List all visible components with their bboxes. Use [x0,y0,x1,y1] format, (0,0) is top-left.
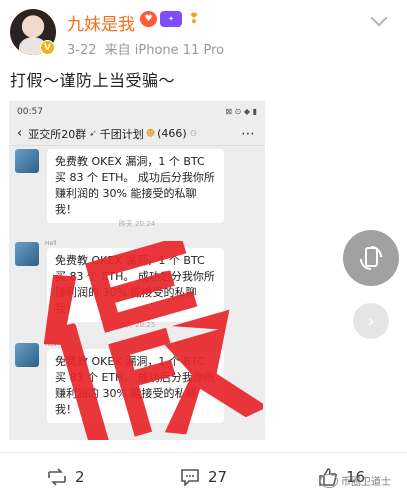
watermark: 币圈卫道士 [320,473,391,488]
chevron-right-icon: › [367,310,375,332]
divider [0,452,407,453]
chat-subtitle: 千团计划 [99,127,144,141]
chat-title: 亚交所20群 [28,127,87,141]
post-text: 打假～谨防上当受骗～ [10,71,176,90]
watermark-text: 币圈卫道士 [341,477,391,488]
sender-avatar [15,242,39,266]
user-badges: ♥ ✦ ❢ [140,11,203,27]
balloon-badge-icon: ❢ [188,11,200,27]
phone-rotate-icon [360,246,382,270]
floating-window-button[interactable] [343,230,399,286]
comment-icon [181,469,199,486]
member-count: (466) [157,127,187,140]
emoji-icon: ☻ [145,128,156,139]
repost-icon [48,468,66,486]
chat-message: 免费教 OKEX 漏洞，1 个 BTC 买 83 个 ETH。 成功后分我你所赚… [15,343,224,423]
post-meta: 3-22 来自 iPhone 11 Pro [67,39,228,58]
repost-count: 2 [75,468,85,486]
chat-message: 免费教 OKEX 漏洞，1 个 BTC 买 83 个 ETH。 成功后分我你所赚… [15,242,224,322]
post-time: 3-22 [67,43,97,58]
username[interactable]: 九妹是我 [67,10,135,35]
wechat-icon [320,473,338,488]
comment-count: 27 [208,468,228,486]
status-time: 00:57 [17,107,43,117]
status-icons: ⊠ ⊙ ◆ ▮ [225,107,257,116]
level-badge-icon: ✦ [160,11,182,27]
chat-timestamp: 昨天 20:25 [118,321,156,329]
verified-badge-icon: V [40,40,55,55]
comment-button[interactable]: 27 [180,468,227,486]
rocket-icon: ➹ [89,128,97,139]
phone-status-bar: 00:57 ⊠ ⊙ ◆ ▮ [9,101,265,122]
group-icon: ⚇ [189,129,197,138]
repost-button[interactable]: 2 [47,468,85,486]
chat-message: 免费教 OKEX 漏洞，1 个 BTC 买 83 个 ETH。 成功后分我你所赚… [15,149,224,223]
message-bubble: 免费教 OKEX 漏洞，1 个 BTC 买 83 个 ETH。 成功后分我你所赚… [47,349,224,423]
more-icon: ⋯ [241,125,255,142]
next-arrow-button[interactable]: › [353,303,389,339]
back-arrow-icon: ‹ [17,126,23,141]
post-image[interactable]: 00:57 ⊠ ⊙ ◆ ▮ ‹ 亚交所20群 ➹ 千团计划 ☻ (466) ⚇ … [9,101,265,440]
message-bubble: 免费教 OKEX 漏洞，1 个 BTC 买 83 个 ETH。 成功后分我你所赚… [47,149,224,223]
chat-timestamp: 昨天 20:24 [118,220,156,228]
chat-header: ‹ 亚交所20群 ➹ 千团计划 ☻ (466) ⚇ ⋯ [9,122,265,146]
sender-avatar [15,343,39,367]
vip-badge-icon: ♥ [140,11,157,27]
chevron-down-icon[interactable] [370,9,388,27]
message-bubble: 免费教 OKEX 漏洞，1 个 BTC 买 83 个 ETH。 成功后分我你所赚… [47,248,224,322]
sender-avatar [15,149,39,173]
post-source: 来自 iPhone 11 Pro [104,43,225,58]
